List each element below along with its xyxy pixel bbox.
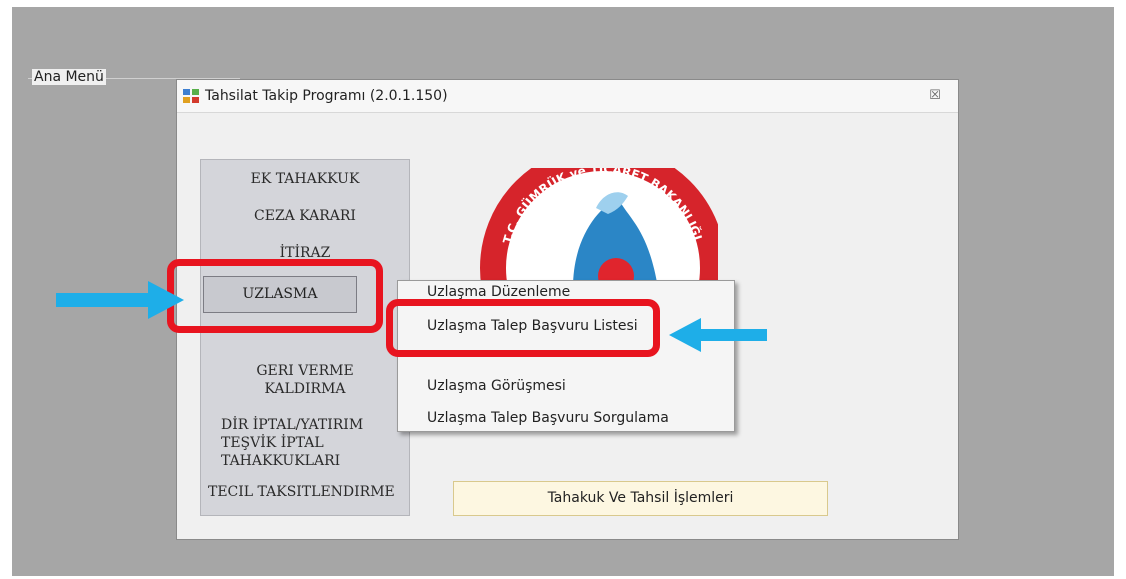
menu-ceza-karari-button[interactable]: CEZA KARARI (236, 208, 374, 224)
window-title: Tahsilat Takip Programı (2.0.1.150) (205, 88, 448, 104)
arrow-left-icon (669, 318, 767, 352)
menu-geri-verme-button[interactable]: GERI VERME (236, 363, 374, 379)
popup-item-uzlasma-gorusmesi[interactable]: Uzlaşma Görüşmesi (427, 378, 566, 394)
close-icon[interactable]: ☒ (926, 87, 944, 105)
menu-dir-iptal-button[interactable]: DİR İPTAL/YATIRIM (221, 417, 363, 433)
popup-item-talep-basvuru-sorgulama[interactable]: Uzlaşma Talep Başvuru Sorgulama (427, 410, 669, 426)
logo-emblem-icon: T.C. GÜMRÜK ve TİCARET BAKANLIĞI (480, 168, 718, 288)
tahakkuk-tahsil-button[interactable]: Tahakuk Ve Tahsil İşlemleri (453, 481, 828, 516)
arrow-right-icon (56, 281, 184, 319)
menu-kaldirma-button[interactable]: KALDIRMA (236, 381, 374, 397)
main-menu-group-label: Ana Menü (32, 69, 106, 85)
highlight-box-talep-listesi (386, 299, 660, 357)
highlight-box-uzlasma (167, 259, 383, 333)
menu-tecil-taksitlendirme-button[interactable]: TECIL TAKSITLENDIRME (208, 484, 395, 500)
menu-ek-tahakkuk-button[interactable]: EK TAHAKKUK (236, 171, 374, 187)
title-bar: Tahsilat Takip Programı (2.0.1.150) ☒ (177, 80, 958, 113)
app-icon (183, 89, 199, 103)
menu-tesvik-iptal-label[interactable]: TEŞVİK İPTAL (221, 435, 324, 451)
menu-tahakkuklari-label[interactable]: TAHAKKUKLARI (221, 453, 340, 469)
popup-item-uzlasma-duzenleme[interactable]: Uzlaşma Düzenleme (427, 284, 570, 300)
ministry-logo: T.C. GÜMRÜK ve TİCARET BAKANLIĞI (478, 168, 718, 288)
